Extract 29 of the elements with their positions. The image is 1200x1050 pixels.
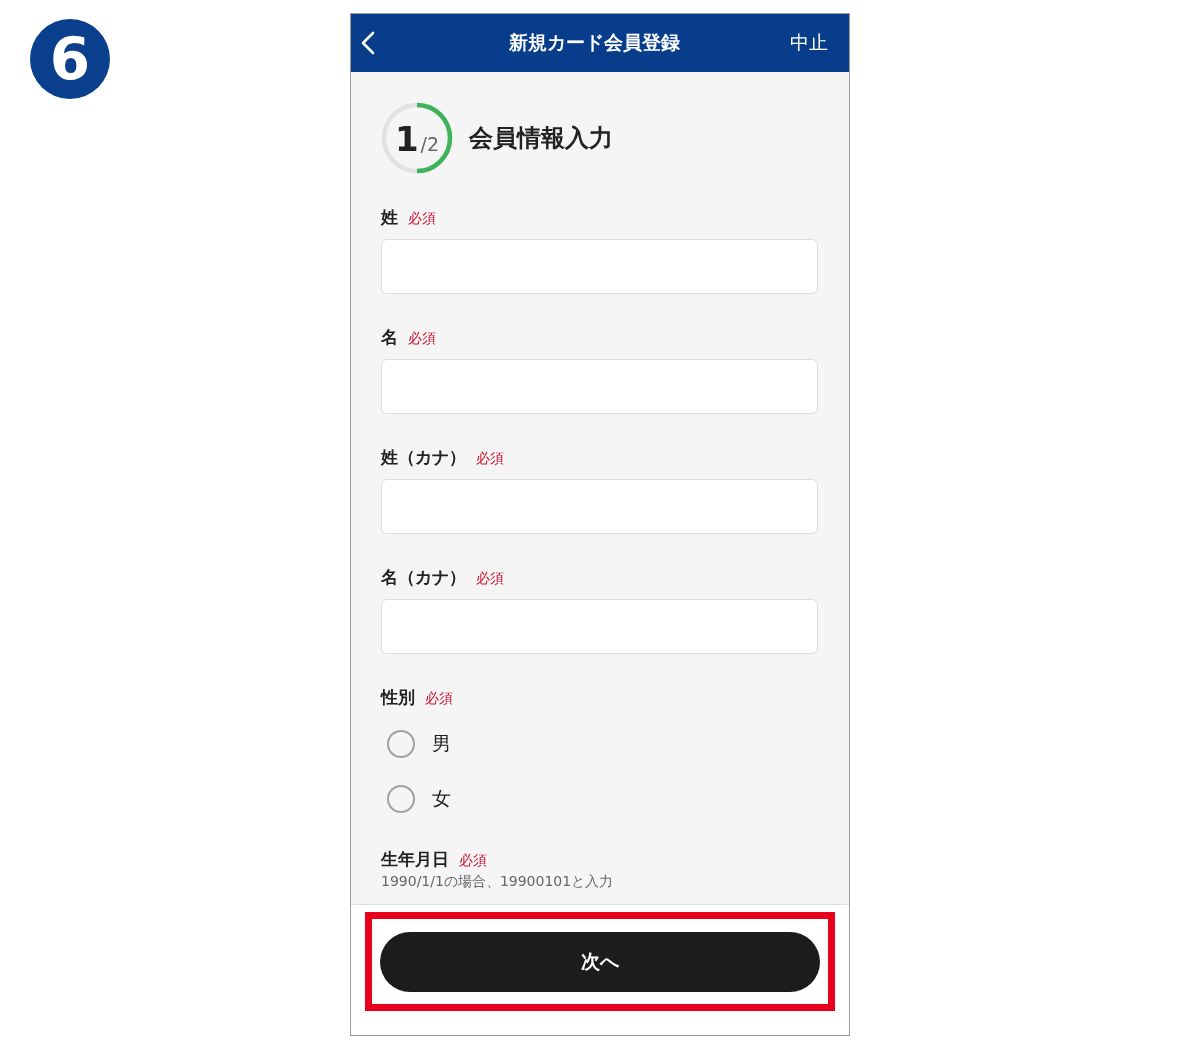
- field-label: 姓: [381, 206, 398, 228]
- required-tag: 必須: [408, 327, 436, 349]
- text-input-field[interactable]: [381, 599, 818, 654]
- section-title: 会員情報入力: [469, 123, 613, 154]
- field-label: 姓（カナ）: [381, 446, 466, 468]
- back-chevron-icon[interactable]: [361, 31, 375, 55]
- next-button[interactable]: 次へ: [380, 932, 820, 992]
- field-label: 名（カナ）: [381, 566, 466, 588]
- required-tag: 必須: [459, 849, 487, 871]
- radio-label: 男: [432, 730, 451, 756]
- required-tag: 必須: [425, 687, 453, 709]
- required-tag: 必須: [476, 447, 504, 469]
- text-input-field[interactable]: [381, 479, 818, 534]
- radio-button[interactable]: [387, 729, 415, 758]
- text-input-field[interactable]: [381, 239, 818, 294]
- field-label: 生年月日: [381, 848, 449, 870]
- field-label: 名: [381, 326, 398, 348]
- text-input-field[interactable]: [381, 359, 818, 414]
- screen-title: 新規カード会員登録: [509, 30, 680, 55]
- required-tag: 必須: [408, 207, 436, 229]
- field-hint: 1990/1/1の場合、19900101と入力: [381, 872, 615, 890]
- step-total: /2: [420, 134, 440, 154]
- radio-button[interactable]: [387, 784, 415, 813]
- step-number-badge: 6: [30, 19, 110, 99]
- radio-label: 女: [432, 785, 451, 811]
- step-current: 1: [394, 122, 419, 156]
- field-label: 性別: [381, 686, 415, 708]
- required-tag: 必須: [476, 567, 504, 589]
- cancel-button[interactable]: 中止: [790, 30, 828, 56]
